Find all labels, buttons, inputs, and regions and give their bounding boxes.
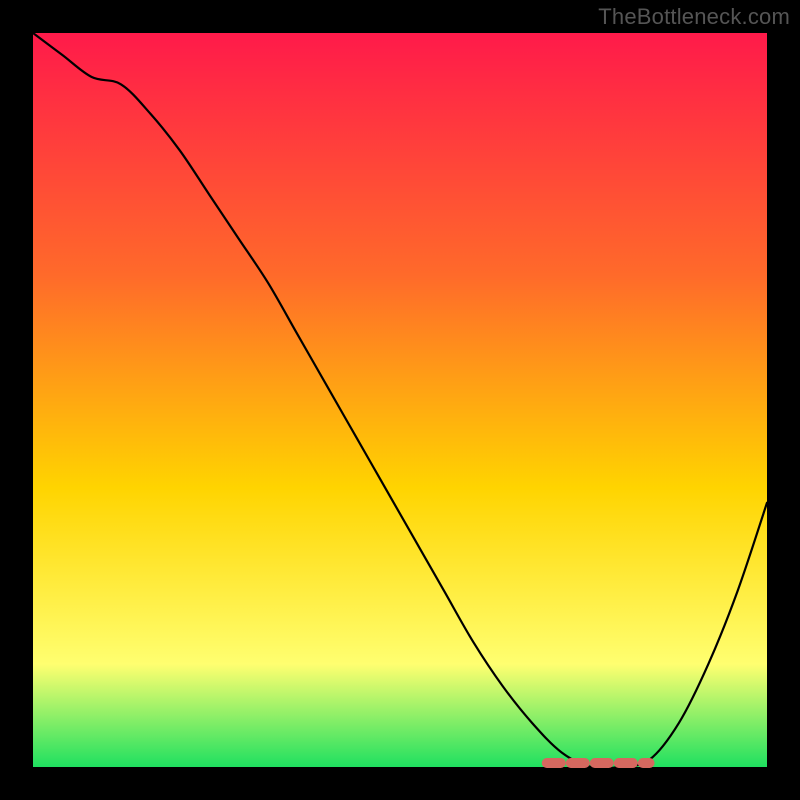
gradient-plot-area [33,33,767,767]
chart-frame: { "watermark": "TheBottleneck.com", "col… [0,0,800,800]
bottleneck-chart [0,0,800,800]
